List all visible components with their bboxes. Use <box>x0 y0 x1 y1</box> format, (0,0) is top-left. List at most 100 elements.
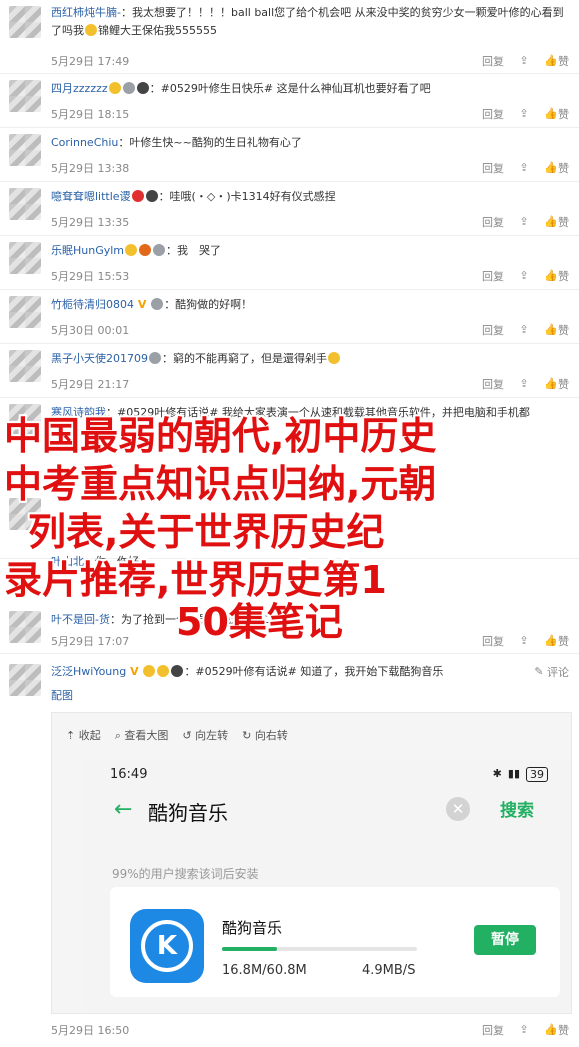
reply-button[interactable]: 回复 <box>482 1022 504 1038</box>
avatar[interactable] <box>9 350 41 382</box>
image-label[interactable]: 配图 <box>51 687 73 703</box>
clear-icon[interactable]: ✕ <box>446 797 470 821</box>
rotate-left-button[interactable]: ↺ 向左转 <box>182 727 228 743</box>
share-button[interactable]: ⇪ <box>518 322 530 338</box>
reply-button[interactable]: 回复 <box>482 106 504 122</box>
avatar[interactable] <box>9 664 41 696</box>
verified-v-icon: V <box>134 298 151 311</box>
share-button[interactable]: ⇪ <box>518 268 530 284</box>
reply-button[interactable]: 回复 <box>482 160 504 176</box>
search-query[interactable]: 酷狗音乐 <box>148 797 228 826</box>
avatar[interactable] <box>9 80 41 112</box>
comment-time: 5月29日 13:35 <box>51 216 130 229</box>
comment-item: 噫耷耷嗯little谡 ：哇哦(・◇・)卡1314好有仪式感捏 5月29日 13:… <box>0 182 579 236</box>
pause-button[interactable]: 暂停 <box>474 925 536 955</box>
reply-button[interactable]: 回复 <box>482 322 504 338</box>
share-button[interactable]: ⇪ <box>518 1022 530 1038</box>
medal-icon <box>151 298 164 310</box>
comment-user[interactable]: 西红柿炖牛腩- <box>51 6 121 19</box>
badge-icon <box>108 82 121 94</box>
avatar[interactable] <box>9 404 41 436</box>
share-icon: ⇪ <box>519 54 529 67</box>
avatar[interactable] <box>9 296 41 328</box>
comment-icon: ✎ <box>534 665 544 678</box>
like-button[interactable]: 👍 赞 <box>544 268 569 284</box>
comment-user[interactable]: 叶不是回-货 <box>51 613 110 626</box>
share-button[interactable]: ⇪ <box>518 106 530 122</box>
comment-time: 5月29日 17:07 <box>51 635 130 648</box>
comment-text: 竹栀待清归0804 V ：酷狗做的好啊！ <box>51 298 253 311</box>
comment-text: 西红柿炖牛腩-：我太想要了！！！！ball ball您了给个机会吧 从来没中奖的… <box>51 6 564 37</box>
search-button[interactable]: 搜索 <box>500 796 534 821</box>
comment-time: 5月30日 00:01 <box>51 324 130 337</box>
avatar[interactable] <box>9 6 41 38</box>
like-button[interactable]: 👍 赞 <box>544 322 569 338</box>
collapse-button[interactable]: ⇡ 收起 <box>66 727 101 743</box>
comment-time: 5月29日 15:53 <box>51 270 130 283</box>
comment-text: 叶不是回-货：为了抢到一个会员，我还开我二三... <box>51 613 297 626</box>
avatar[interactable] <box>9 498 41 530</box>
like-button[interactable]: 👍 赞 <box>544 1022 569 1038</box>
medal-icon <box>149 352 161 364</box>
reply-button[interactable]: 回复 <box>482 268 504 284</box>
avatar[interactable] <box>9 134 41 166</box>
like-button[interactable]: 👍 赞 <box>544 53 569 69</box>
share-icon: ⇪ <box>519 269 529 282</box>
medal-icon <box>122 82 135 94</box>
share-icon: ⇪ <box>519 377 529 390</box>
like-button[interactable]: 👍 赞 <box>544 160 569 176</box>
share-button[interactable]: ⇪ <box>518 160 530 176</box>
comment-user[interactable]: 叶山北 <box>51 555 84 568</box>
download-progress <box>222 947 417 951</box>
comment-time: 5月29日 21:17 <box>51 378 130 391</box>
smile-emoji-icon <box>85 24 97 36</box>
like-button[interactable]: 👍 赞 <box>544 376 569 392</box>
reply-button[interactable]: 回复 <box>482 214 504 230</box>
back-arrow-icon[interactable]: ← <box>114 797 132 822</box>
reply-button[interactable]: 回复 <box>482 376 504 392</box>
comment-actions: 回复 ⇪ 👍 赞 <box>482 268 569 284</box>
comment-text: 四月zzzzzz ：#0529叶修生日快乐# 这是什么神仙耳机也要好看了吧 <box>51 82 431 95</box>
avatar[interactable] <box>9 188 41 220</box>
comment-user[interactable]: 竹栀待清归0804 <box>51 298 134 311</box>
like-button[interactable]: 👍 赞 <box>544 214 569 230</box>
comment-user[interactable]: 泛泛HwiYoung <box>51 665 126 678</box>
flag-icon <box>139 244 152 256</box>
share-button[interactable]: ⇪ <box>518 376 530 392</box>
comment-user[interactable]: 寒风诗韵我 <box>51 406 106 419</box>
thumbs-up-icon: 👍 <box>544 161 558 174</box>
comment-actions: 回复 ⇪ 👍 赞 <box>482 376 569 392</box>
view-large-button[interactable]: ⌕ 查看大图 <box>115 727 169 743</box>
comment-time: 5月29日 13:38 <box>51 162 130 175</box>
like-button[interactable]: 👍 赞 <box>544 106 569 122</box>
reply-button[interactable]: 回复 <box>482 53 504 69</box>
comment-user[interactable]: 黑子小天使201709 <box>51 352 148 365</box>
install-hint: 99%的用户搜索该词后安装 <box>112 867 259 881</box>
comment-text: 泛泛HwiYoung V ：#0529叶修有话说# 知道了，我开始下载酷狗音乐 <box>51 665 444 678</box>
comment-item: 四月zzzzzz ：#0529叶修生日快乐# 这是什么神仙耳机也要好看了吧 5月2… <box>0 74 579 128</box>
attached-image[interactable]: ⇡ 收起 ⌕ 查看大图 ↺ 向左转 ↻ 向右转 16:49 ✱ ▮▮ 39 ← … <box>51 712 572 1014</box>
reply-button[interactable]: 回复 <box>482 633 504 649</box>
comment-user[interactable]: CorinneChiu <box>51 136 118 149</box>
comment-user[interactable]: 四月zzzzzz <box>51 82 108 95</box>
verified-v-icon: V <box>126 665 143 678</box>
share-button[interactable]: ⇪ <box>518 214 530 230</box>
panda-icon <box>136 82 149 94</box>
comment-text: 叶山北：你，你好 <box>51 555 139 568</box>
cool-emoji-icon <box>157 665 170 677</box>
comment-actions: 回复 ⇪ 👍 赞 <box>482 214 569 230</box>
comment-button[interactable]: ✎ 评论 <box>533 664 569 680</box>
comment-user[interactable]: 噫耷耷嗯little谡 <box>51 190 131 203</box>
share-button[interactable]: ⇪ <box>518 53 530 69</box>
like-button[interactable]: 👍 赞 <box>544 633 569 649</box>
share-icon: ⇪ <box>519 107 529 120</box>
share-button[interactable]: ⇪ <box>518 633 530 649</box>
avatar[interactable] <box>9 242 41 274</box>
comment-actions: 回复 ⇪ 👍 赞 <box>482 322 569 338</box>
comment-actions: 回复 ⇪ 👍 赞 <box>482 633 569 649</box>
comment-user[interactable]: 乐眠HunGylm <box>51 244 124 257</box>
thumbs-up-icon: 👍 <box>544 634 558 647</box>
avatar[interactable] <box>9 611 41 643</box>
rotate-right-button[interactable]: ↻ 向右转 <box>242 727 288 743</box>
share-icon: ⇪ <box>519 634 529 647</box>
